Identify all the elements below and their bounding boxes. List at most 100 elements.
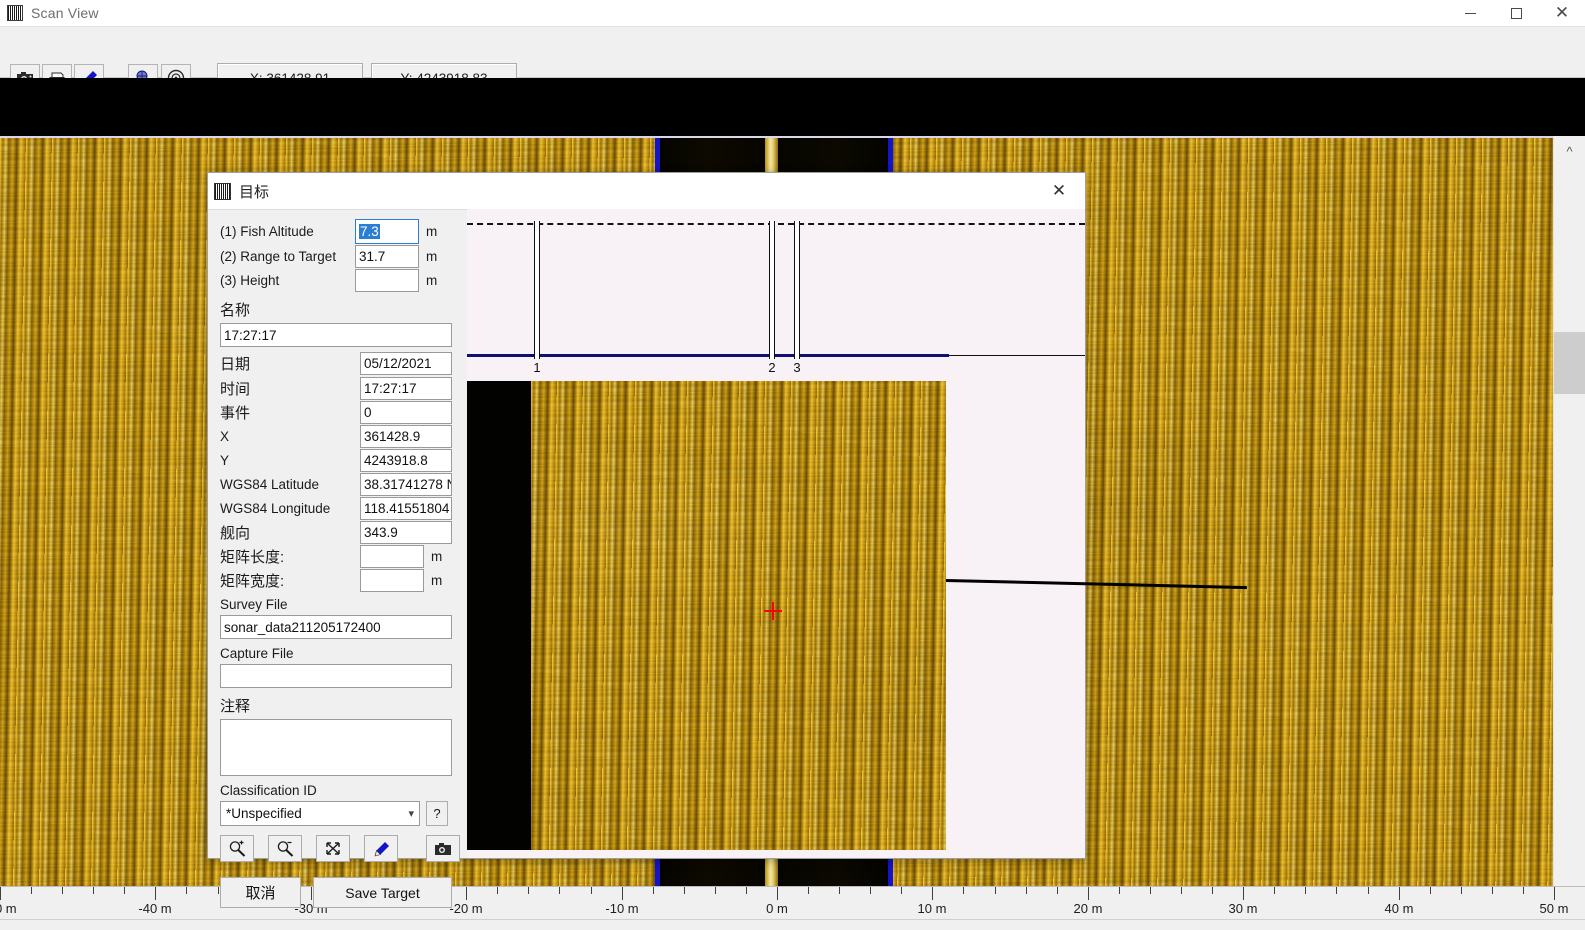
ruler-tick-major	[155, 887, 156, 900]
heading-row: 舰向 343.9	[220, 520, 467, 544]
profile-cursor-1[interactable]	[534, 221, 540, 359]
ruler-tick-minor	[1492, 887, 1493, 894]
pen-icon	[374, 841, 389, 856]
target-profile-plot[interactable]: 1 2 3	[467, 209, 1085, 381]
scrollbar-thumb[interactable]	[1554, 332, 1585, 394]
ruler-tick-minor	[1430, 887, 1431, 894]
cancel-button[interactable]: 取消	[220, 877, 301, 908]
maximize-button[interactable]	[1493, 0, 1539, 26]
latitude-input[interactable]: 38.31741278 N	[360, 472, 452, 496]
range-to-target-unit: m	[426, 248, 438, 264]
time-label: 时间	[220, 380, 251, 398]
zoom-out-button[interactable]	[268, 835, 302, 862]
ruler-tick-major	[622, 887, 623, 900]
y-label: Y	[220, 452, 230, 468]
minimize-button[interactable]	[1447, 0, 1493, 26]
scan-view-window: Scan View ✕ ^ m -40 m -30 m -20 m -10 m …	[0, 0, 1585, 930]
dialog-close-icon[interactable]: ✕	[1033, 173, 1085, 209]
camera-button[interactable]	[426, 835, 460, 862]
ruler-tick-minor	[715, 887, 716, 894]
fish-altitude-row: (1) Fish Altitude 7.3 m	[220, 219, 467, 244]
range-to-target-input[interactable]: 31.7	[355, 244, 419, 268]
y-input[interactable]: 4243918.8	[360, 448, 452, 472]
profile-cursor-2[interactable]	[769, 221, 775, 359]
ruler-label: 20 m	[1073, 901, 1103, 916]
help-button[interactable]: ?	[426, 801, 448, 826]
name-input[interactable]: 17:27:17	[220, 323, 452, 347]
target-zoom-view[interactable]	[467, 381, 1247, 858]
ruler-tick-major	[0, 887, 1, 900]
range-to-target-label: (2) Range to Target	[220, 248, 337, 264]
ruler-tick-minor	[995, 887, 996, 894]
ruler-tick-minor	[186, 887, 187, 894]
scroll-up-icon[interactable]: ^	[1554, 136, 1585, 166]
profile-cursor-label-1: 1	[533, 360, 541, 375]
ruler-tick-minor	[1461, 887, 1462, 894]
date-label: 日期	[220, 356, 251, 373]
dialog-action-row: 取消 Save Target	[220, 877, 467, 908]
matrix-width-input[interactable]	[360, 568, 424, 592]
ruler-tick-minor	[218, 887, 219, 894]
ruler-tick-major	[1088, 887, 1089, 900]
zoom-in-button[interactable]	[220, 835, 254, 862]
x-input[interactable]: 361428.9	[360, 424, 452, 448]
ruler-tick-major	[1554, 887, 1555, 900]
ruler-tick-minor	[124, 887, 125, 894]
x-label: X	[220, 428, 230, 444]
ruler-tick-major	[1399, 887, 1400, 900]
classification-select[interactable]: *Unspecified ▾	[220, 801, 420, 826]
height-input[interactable]	[355, 268, 419, 292]
fit-button[interactable]	[316, 835, 350, 862]
pen-button[interactable]	[364, 835, 398, 862]
matrix-length-label: 矩阵长度:	[220, 548, 285, 566]
longitude-input[interactable]: 118.41551804 E	[360, 496, 452, 520]
date-input[interactable]: 05/12/2021	[360, 352, 452, 375]
ruler-tick-minor	[684, 887, 685, 894]
vertical-scrollbar[interactable]: ^	[1553, 136, 1585, 886]
window-controls: ✕	[1447, 0, 1585, 26]
window-title: Scan View	[31, 5, 99, 21]
fish-altitude-label: (1) Fish Altitude	[220, 224, 314, 239]
classification-row: *Unspecified ▾ ?	[220, 801, 467, 826]
heading-input[interactable]: 343.9	[360, 520, 452, 544]
ruler-label: 40 m	[1384, 901, 1414, 916]
event-input[interactable]: 0	[360, 400, 452, 424]
ruler-tick-minor	[1336, 887, 1337, 894]
time-input[interactable]: 17:27:17	[360, 376, 452, 400]
longitude-row: WGS84 Longitude 118.41551804 E	[220, 496, 467, 520]
notes-label: 注释	[220, 698, 251, 715]
profile-surface-line	[467, 223, 1085, 225]
sonar-target-icon	[214, 182, 231, 200]
window-titlebar: Scan View ✕	[0, 0, 1585, 26]
ruler-tick-minor	[1523, 887, 1524, 894]
profile-cursor-label-2: 2	[768, 360, 776, 375]
ruler-tick-minor	[497, 887, 498, 894]
capture-file-input[interactable]	[220, 664, 452, 688]
ruler-tick-minor	[591, 887, 592, 894]
ruler-tick-major	[932, 887, 933, 900]
ruler-tick-minor	[746, 887, 747, 894]
matrix-length-input[interactable]	[360, 544, 424, 568]
time-row: 时间 17:27:17	[220, 376, 467, 400]
ruler-tick-minor	[1026, 887, 1027, 894]
target-crosshair-horizontal	[764, 610, 782, 612]
save-target-button[interactable]: Save Target	[313, 877, 452, 908]
fish-altitude-unit: m	[426, 224, 438, 239]
status-bar	[0, 919, 1585, 930]
ruler-tick-minor	[31, 887, 32, 894]
profile-cursor-3[interactable]	[794, 221, 800, 359]
survey-file-input[interactable]: sonar_data211205172400	[220, 615, 452, 639]
fish-altitude-input[interactable]: 7.3	[355, 219, 419, 244]
matrix-width-row: 矩阵宽度: m	[220, 568, 467, 592]
ruler-tick-minor	[1305, 887, 1306, 894]
classification-value: *Unspecified	[226, 806, 302, 821]
magnifier-minus-icon	[277, 841, 293, 857]
ruler-tick-minor	[1368, 887, 1369, 894]
notes-textarea[interactable]	[220, 719, 452, 776]
dialog-titlebar: 目标 ✕	[208, 173, 1085, 210]
matrix-width-unit: m	[431, 572, 443, 588]
close-button[interactable]: ✕	[1539, 0, 1585, 26]
fish-altitude-value: 7.3	[359, 224, 380, 239]
ruler-tick-minor	[901, 887, 902, 894]
magnifier-plus-icon	[229, 840, 245, 857]
